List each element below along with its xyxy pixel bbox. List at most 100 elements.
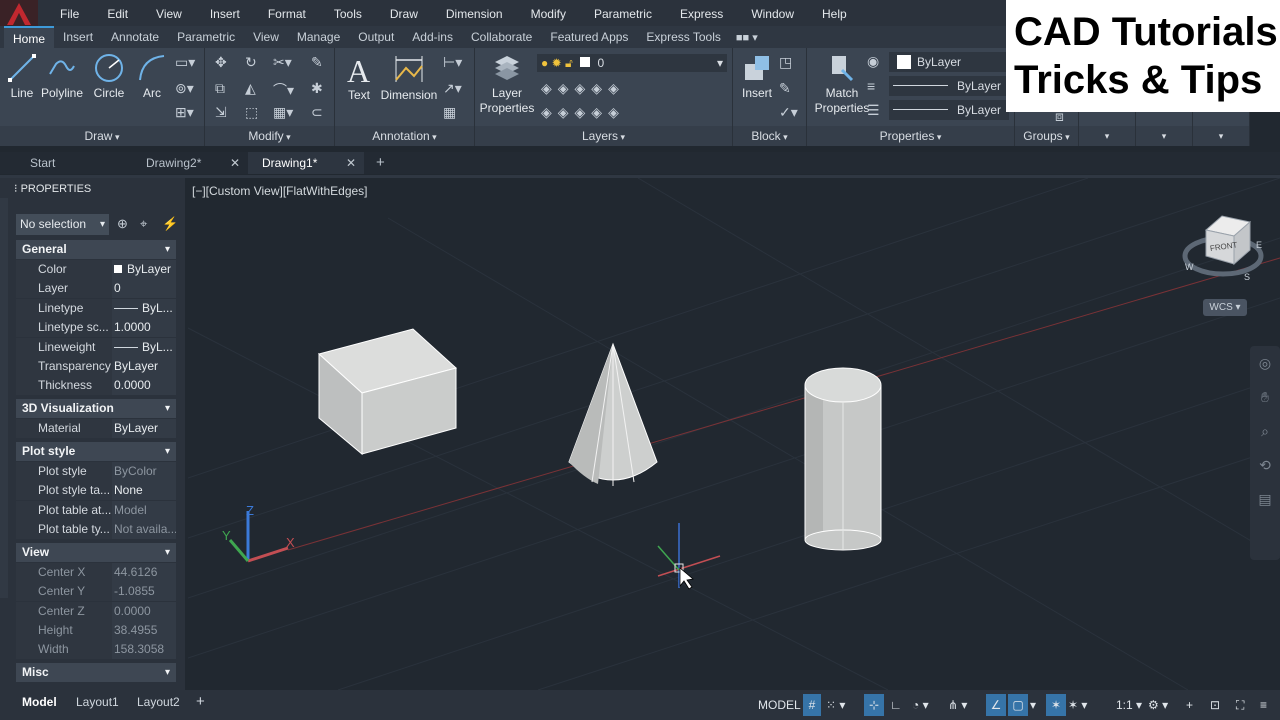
layout-tab-layout1[interactable]: Layout1	[76, 690, 119, 714]
explode-icon[interactable]: ✱	[311, 80, 323, 97]
menu-insert[interactable]: Insert	[196, 0, 254, 28]
view-panel-title[interactable]	[1193, 126, 1249, 146]
layout-tab-layout2[interactable]: Layout2	[137, 690, 180, 714]
ucs-icon[interactable]: Z X Y	[222, 503, 295, 563]
clipboard-panel-title[interactable]	[1136, 126, 1192, 146]
linetype-icon[interactable]: ≡	[867, 78, 875, 94]
menu-format[interactable]: Format	[254, 0, 320, 28]
zoom-extents-icon[interactable]: ⌕	[1250, 414, 1280, 448]
tab-express-tools[interactable]: Express Tools	[637, 26, 729, 48]
prop-row-linetype-scale[interactable]: Linetype sc... 1.0000	[16, 318, 176, 337]
gradient-icon[interactable]: ⊞▾	[175, 104, 194, 121]
tab-home[interactable]: Home	[4, 26, 55, 48]
tab-output[interactable]: Output	[349, 26, 403, 48]
menu-edit[interactable]: Edit	[93, 0, 142, 28]
menu-tools[interactable]: Tools	[320, 0, 376, 28]
erase-icon[interactable]: ✎	[311, 54, 323, 71]
palette-grip[interactable]	[0, 198, 8, 598]
copy-icon[interactable]: ⧉	[215, 80, 225, 97]
prop-row-material[interactable]: Material ByLayer	[16, 419, 176, 438]
isodraft-icon[interactable]: ⋔ ▾	[948, 694, 976, 716]
menu-window[interactable]: Window	[737, 0, 808, 28]
line-tool[interactable]: Line	[6, 52, 38, 100]
prop-row-height[interactable]: Height 38.4955	[16, 621, 176, 640]
annotation-visibility-icon[interactable]: ✶	[1046, 694, 1066, 716]
dynamic-input-icon[interactable]: ⊹	[864, 694, 884, 716]
dimension-tool[interactable]: Dimension	[379, 52, 439, 102]
clean-screen-icon[interactable]: ⛶	[1236, 694, 1252, 716]
move-icon[interactable]: ✥	[215, 54, 227, 71]
pan-hand-icon[interactable]: ✋︎	[1250, 380, 1280, 414]
prop-row-center-z[interactable]: Center Z 0.0000	[16, 602, 176, 621]
block-attribute-icon[interactable]: ✓▾	[779, 104, 798, 121]
workspace-gear-icon[interactable]: ⚙ ▾	[1148, 694, 1178, 716]
toggle-pickadd-icon[interactable]: ⊕	[117, 216, 128, 232]
tab-collaborate[interactable]: Collaborate	[462, 26, 541, 48]
properties-panel-title[interactable]: Properties	[807, 126, 1014, 146]
viewcube[interactable]: FRONT W S E	[1182, 215, 1264, 282]
object-snap-tracking-icon[interactable]: ∠	[986, 694, 1006, 716]
mirror-icon[interactable]: ◭	[245, 80, 256, 97]
tab-parametric[interactable]: Parametric	[168, 26, 244, 48]
steering-wheel-icon[interactable]: ◎	[1250, 346, 1280, 380]
annotation-scale[interactable]: 1:1 ▾	[1116, 694, 1142, 716]
array-icon[interactable]: ▦▾	[273, 104, 293, 121]
selection-dropdown[interactable]: No selection	[16, 214, 109, 235]
prop-row-lineweight[interactable]: Lineweight ByL...	[16, 338, 176, 357]
units-icon[interactable]: ⊡	[1210, 694, 1226, 716]
object-snap-icon[interactable]: ▢	[1008, 694, 1028, 716]
layout-tab-model[interactable]: Model	[22, 690, 57, 714]
circle-tool[interactable]: Circle	[90, 52, 128, 100]
prop-row-width[interactable]: Width 158.3058	[16, 640, 176, 659]
groups-panel-title[interactable]: Groups	[1015, 126, 1078, 146]
offset-icon[interactable]: ⊂	[311, 104, 323, 121]
cylinder-solid[interactable]	[804, 367, 882, 551]
create-block-icon[interactable]: ◳	[779, 54, 792, 71]
modify-panel-title[interactable]: Modify	[205, 126, 334, 146]
application-menu-button[interactable]	[0, 0, 38, 28]
fillet-icon[interactable]: ⌒▾	[273, 80, 294, 100]
prop-row-color[interactable]: Color ByLayer	[16, 260, 176, 279]
snap-mode-icon[interactable]: ⁙ ▾	[826, 694, 856, 716]
layer-tools-row2-icon[interactable]: ◈◈◈◈◈	[541, 104, 625, 121]
layers-panel-title[interactable]: Layers	[475, 126, 732, 146]
lineweight-icon[interactable]: ☰	[867, 102, 880, 119]
prop-row-center-x[interactable]: Center X 44.6126	[16, 563, 176, 582]
tab-featured-apps[interactable]: Featured Apps	[541, 26, 637, 48]
auto-scale-icon[interactable]: ✶ ▾	[1068, 694, 1108, 716]
prop-row-plot-table-type[interactable]: Plot table ty... Not availa...	[16, 520, 176, 539]
color-dropdown[interactable]: ByLayer	[889, 52, 1009, 72]
prop-row-transparency[interactable]: Transparency ByLayer	[16, 357, 176, 376]
layer-dropdown[interactable]: ● ✹ 🔓︎ 0 ▾	[537, 54, 727, 72]
tab-view[interactable]: View	[244, 26, 288, 48]
viewport-controls-label[interactable]: [−][Custom View][FlatWithEdges]	[192, 184, 368, 198]
prop-row-linetype[interactable]: Linetype ByL...	[16, 299, 176, 318]
layer-properties-tool[interactable]: Layer Properties	[479, 52, 535, 116]
tab-insert[interactable]: Insert	[54, 26, 102, 48]
rectangle-icon[interactable]: ▭▾	[175, 54, 195, 71]
tab-annotate[interactable]: Annotate	[102, 26, 168, 48]
linear-dim-icon[interactable]: ⊢▾	[443, 54, 462, 71]
utilities-panel-title[interactable]	[1079, 126, 1135, 146]
showmotion-icon[interactable]: ▤	[1250, 482, 1280, 516]
customize-menu-icon[interactable]: ≡	[1260, 694, 1276, 716]
box-solid[interactable]	[317, 328, 458, 456]
section-plot-style[interactable]: Plot style	[16, 442, 176, 461]
hatch-icon[interactable]: ⊚▾	[175, 80, 194, 97]
menu-draw[interactable]: Draw	[376, 0, 432, 28]
layer-tools-row1-icon[interactable]: ◈◈◈◈◈	[541, 80, 625, 97]
section-general[interactable]: General	[16, 240, 176, 259]
section-3d-visualization[interactable]: 3D Visualization	[16, 399, 176, 418]
arc-tool[interactable]: Arc	[136, 52, 168, 100]
close-icon[interactable]: ✕	[346, 152, 356, 174]
insert-block-tool[interactable]: Insert	[737, 52, 777, 100]
osnap-menu-chevron-down-icon[interactable]: ▾	[1030, 694, 1040, 716]
draw-panel-title[interactable]: Draw	[0, 126, 204, 146]
annotation-monitor-plus-icon[interactable]: +	[1186, 694, 1202, 716]
polar-tracking-icon[interactable]: ◔ ▾	[912, 694, 940, 716]
tab-add-ins[interactable]: Add-ins	[403, 26, 462, 48]
annotation-panel-title[interactable]: Annotation	[335, 126, 474, 146]
ortho-mode-icon[interactable]: ∟	[890, 694, 910, 716]
prop-row-plot-table-attached[interactable]: Plot table at... Model	[16, 501, 176, 520]
file-tab-drawing2[interactable]: Drawing2* ✕	[132, 152, 248, 174]
